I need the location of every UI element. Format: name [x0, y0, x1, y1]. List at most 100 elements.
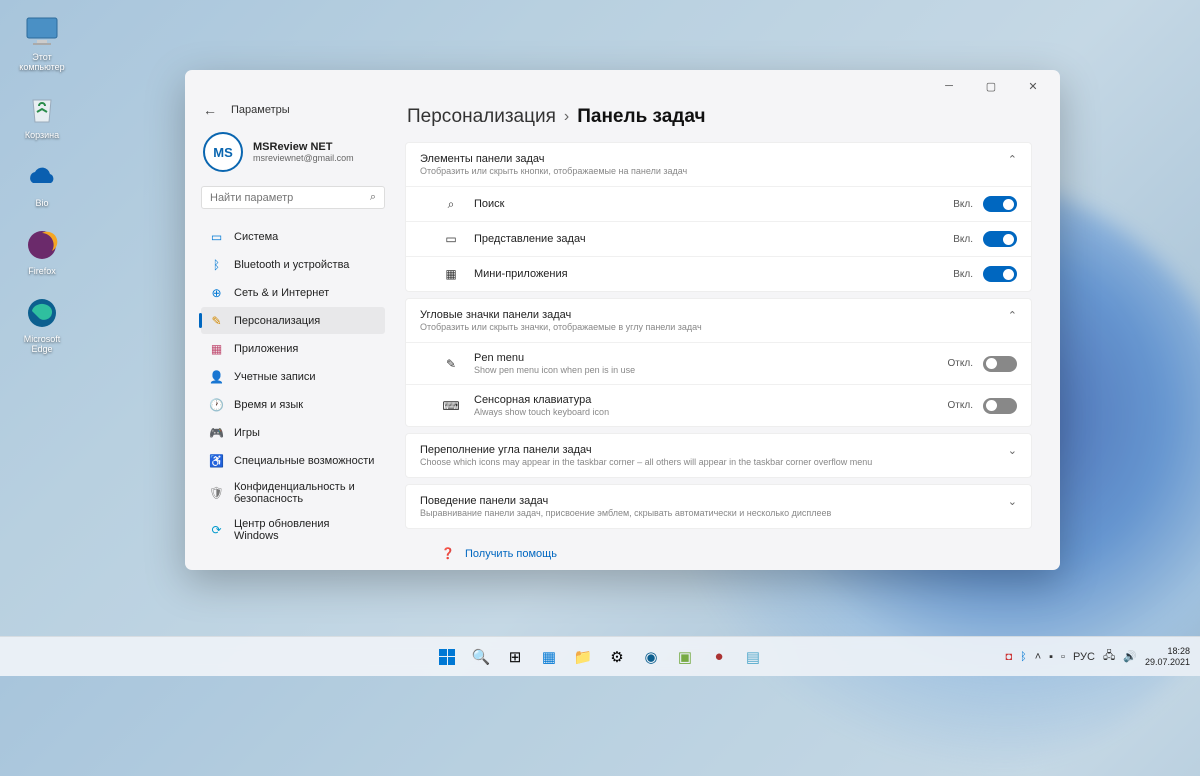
tray-icon[interactable]: ▪	[1049, 651, 1053, 663]
tray-icon[interactable]: ▫	[1061, 651, 1065, 663]
tray-icon[interactable]: ◘	[1005, 651, 1012, 663]
desktop-icon-this-pc[interactable]: Этот компьютер	[12, 12, 72, 72]
toggle-switch[interactable]	[983, 356, 1017, 372]
close-button[interactable]: ✕	[1012, 72, 1054, 100]
section-header[interactable]: Элементы панели задач Отобразить или скр…	[406, 143, 1031, 186]
section-header[interactable]: Переполнение угла панели задач Choose wh…	[406, 434, 1031, 477]
desktop-icon-label: Корзина	[25, 130, 59, 140]
desktop-icon-recycle-bin[interactable]: Корзина	[12, 90, 72, 140]
nav-label: Время и язык	[234, 399, 303, 411]
minimize-button[interactable]: ─	[928, 72, 970, 100]
taskbar-widgets-icon[interactable]: ▦	[535, 643, 563, 671]
toggle-state: Откл.	[948, 400, 973, 411]
nav-label: Конфиденциальность и безопасность	[234, 481, 377, 505]
profile-card[interactable]: MS MSReview NET msreviewnet@gmail.com	[201, 126, 385, 186]
toggle-switch[interactable]	[983, 196, 1017, 212]
toggle-switch[interactable]	[983, 266, 1017, 282]
nav-label: Учетные записи	[234, 371, 316, 383]
row-sublabel: Show pen menu icon when pen is in use	[474, 365, 948, 375]
chevron-up-icon: ⌃	[1008, 309, 1017, 322]
section-header[interactable]: Угловые значки панели задач Отобразить и…	[406, 299, 1031, 342]
taskbar-search-icon[interactable]: 🔍	[467, 643, 495, 671]
toggle-state: Вкл.	[953, 269, 973, 280]
breadcrumb: Персонализация › Панель задач	[405, 102, 1032, 142]
nav-icon: ▭	[209, 229, 224, 244]
tray-bluetooth-icon[interactable]: ᛒ	[1020, 651, 1027, 663]
nav-item[interactable]: 🎮Игры	[201, 419, 385, 446]
toggle-switch[interactable]	[983, 231, 1017, 247]
section-header[interactable]: Поведение панели задач Выравнивание пане…	[406, 485, 1031, 528]
section-corner-icons: Угловые значки панели задач Отобразить и…	[405, 298, 1032, 427]
settings-row: ⌨ Сенсорная клавиатура Always show touch…	[406, 384, 1031, 426]
section-subtitle: Отобразить или скрыть значки, отображаем…	[420, 322, 702, 332]
desktop-icon-firefox[interactable]: Firefox	[12, 226, 72, 276]
nav-icon: ✎	[209, 313, 224, 328]
nav-icon: 🛡	[209, 486, 224, 501]
search-input[interactable]	[210, 192, 370, 204]
nav-item[interactable]: 🕐 Время и язык	[201, 391, 385, 418]
taskbar-app-icon[interactable]: ●	[705, 643, 733, 671]
nav-label: Приложения	[234, 343, 298, 355]
nav-item[interactable]: ✎ Персонализация	[201, 307, 385, 334]
row-label: Pen menu	[474, 352, 948, 364]
settings-row: ⌕ Поиск Вкл.	[406, 186, 1031, 221]
widgets-icon: ▦	[442, 267, 460, 281]
feedback-icon: ✎	[441, 568, 455, 570]
start-button[interactable]	[433, 643, 461, 671]
nav-item[interactable]: ▦Приложения	[201, 335, 385, 362]
tray-chevron-up-icon[interactable]: ˄	[1035, 651, 1041, 663]
taskbar-settings-icon[interactable]: ⚙	[603, 643, 631, 671]
nav-icon: 👤	[209, 369, 224, 384]
nav-item[interactable]: ♿Специальные возможности	[201, 447, 385, 474]
nav-item[interactable]: 👤 Учетные записи	[201, 363, 385, 390]
nav-item[interactable]: ▭ Система	[201, 223, 385, 250]
taskview-icon: ▭	[442, 232, 460, 246]
nav-item[interactable]: ᛒBluetooth и устройства	[201, 251, 385, 278]
toggle-switch[interactable]	[983, 398, 1017, 414]
taskbar-center: 🔍 ⊞ ▦ 📁 ⚙ ◉ ▣ ● ▤	[433, 643, 767, 671]
section-title: Элементы панели задач	[420, 153, 687, 165]
tray-volume-icon[interactable]: 🔊	[1123, 650, 1137, 663]
row-label: Мини-приложения	[474, 268, 953, 280]
taskbar-app-icon[interactable]: ▣	[671, 643, 699, 671]
taskbar-app-icon[interactable]: ▤	[739, 643, 767, 671]
taskbar-clock[interactable]: 18:28 29.07.2021	[1145, 646, 1190, 668]
nav-label: Система	[234, 231, 278, 243]
breadcrumb-parent[interactable]: Персонализация	[407, 106, 556, 128]
section-title: Угловые значки панели задач	[420, 309, 702, 321]
feedback-link[interactable]: ✎ Отправить отзыв	[441, 564, 1030, 570]
tray-language[interactable]: РУС	[1073, 651, 1095, 663]
nav-item[interactable]: ⟳ Центр обновления Windows	[201, 512, 385, 548]
app-title: Параметры	[231, 104, 290, 116]
desktop-icon-onedrive[interactable]: Bio	[12, 158, 72, 208]
taskbar-explorer-icon[interactable]: 📁	[569, 643, 597, 671]
nav-icon: 🕐	[209, 397, 224, 412]
nav-item[interactable]: 🛡 Конфиденциальность и безопасность	[201, 475, 385, 511]
search-box[interactable]: ⌕	[201, 186, 385, 209]
nav-icon: ⟳	[209, 523, 224, 538]
desktop-icon-label: Bio	[35, 198, 48, 208]
nav-icon: ⊕	[209, 285, 224, 300]
section-title: Поведение панели задач	[420, 495, 831, 507]
nav-icon: ᛒ	[209, 257, 224, 272]
maximize-button[interactable]: ▢	[970, 72, 1012, 100]
firefox-icon	[23, 226, 61, 264]
desktop-icon-label: Firefox	[28, 266, 56, 276]
pen-icon: ✎	[442, 357, 460, 371]
toggle-state: Откл.	[948, 358, 973, 369]
chevron-right-icon: ›	[564, 108, 569, 126]
nav-item[interactable]: ⊕Сеть & и Интернет	[201, 279, 385, 306]
taskbar-edge-icon[interactable]: ◉	[637, 643, 665, 671]
row-label: Представление задач	[474, 233, 953, 245]
tray-network-icon[interactable]: 🖧	[1103, 647, 1115, 666]
desktop-icon-edge[interactable]: Microsoft Edge	[12, 294, 72, 354]
section-behavior: Поведение панели задач Выравнивание пане…	[405, 484, 1032, 529]
nav-label: Центр обновления Windows	[234, 518, 377, 542]
nav-label: Персонализация	[234, 315, 320, 327]
back-button[interactable]: ←	[203, 102, 217, 118]
chevron-down-icon: ⌄	[1008, 495, 1017, 508]
section-subtitle: Choose which icons may appear in the tas…	[420, 457, 872, 467]
get-help-link[interactable]: ❓ Получить помощь	[441, 543, 1030, 564]
taskbar-taskview-icon[interactable]: ⊞	[501, 643, 529, 671]
nav-label: Игры	[234, 427, 260, 439]
